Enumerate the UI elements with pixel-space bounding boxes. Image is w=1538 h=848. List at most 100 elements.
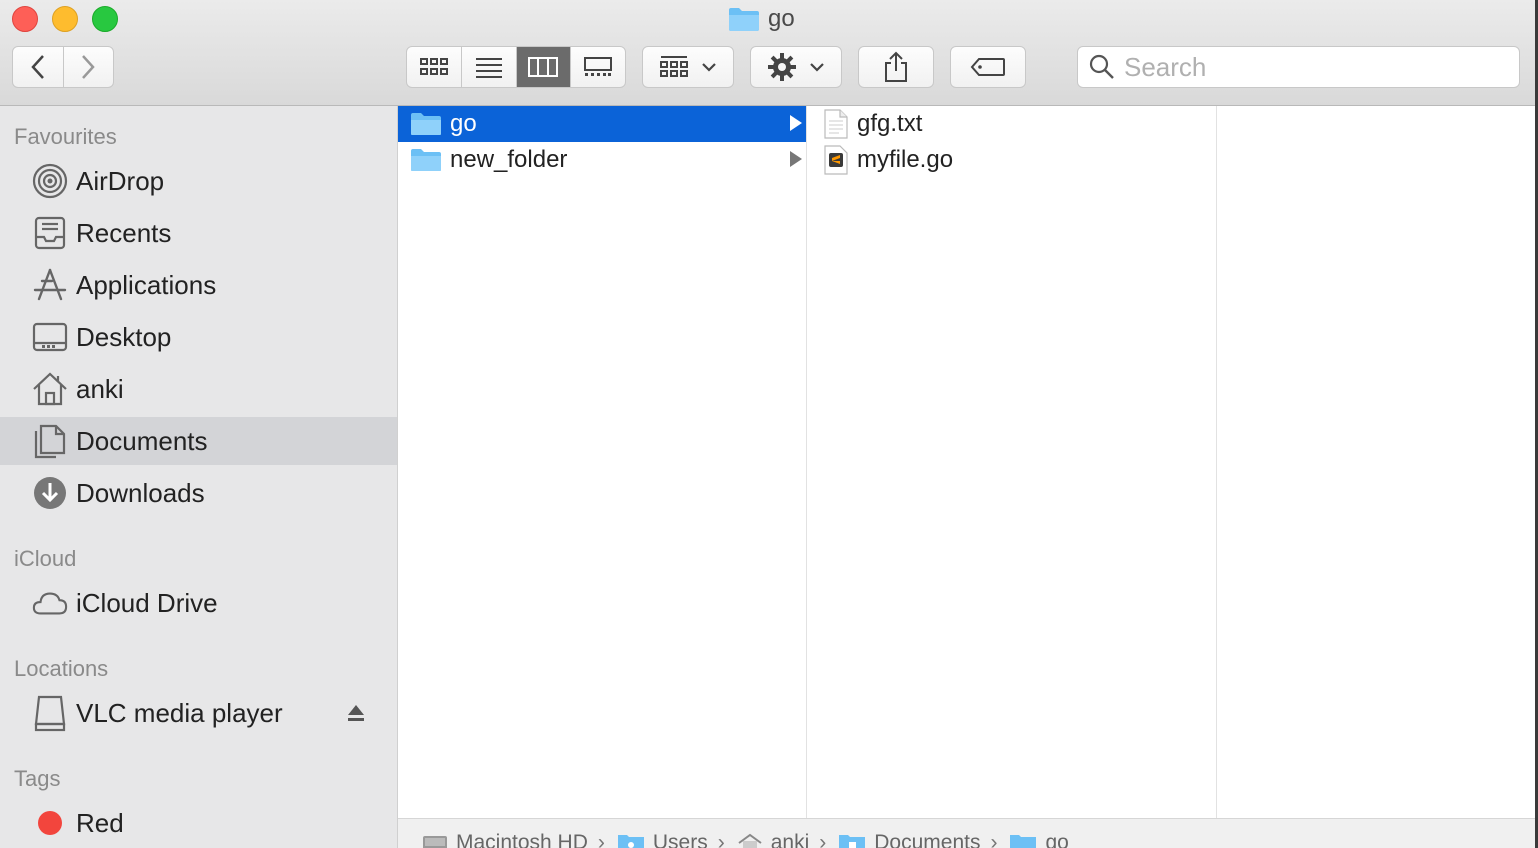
group-icon <box>660 56 688 77</box>
recents-icon <box>32 215 68 251</box>
sidebar-item-desktop[interactable]: Desktop <box>0 313 397 361</box>
sidebar-section-tags: Tags <box>14 766 61 791</box>
path-crumb-label: Users <box>652 831 708 848</box>
sidebar-item-label: Recents <box>76 217 172 248</box>
sidebar-section-icloud: iCloud <box>14 546 77 571</box>
search-field[interactable] <box>1077 46 1520 88</box>
disclosure-arrow-icon <box>790 151 802 167</box>
row-label: gfg.txt <box>857 110 923 137</box>
disclosure-arrow-icon <box>790 115 802 131</box>
documents-folder-icon <box>839 835 866 848</box>
icon-view-icon <box>419 58 448 75</box>
list-view-icon <box>475 58 502 78</box>
path-crumb-label: go <box>1045 831 1069 848</box>
share-icon <box>885 51 907 82</box>
path-separator-icon: › <box>990 831 998 848</box>
folder-icon <box>1010 835 1037 848</box>
nav-buttons <box>12 46 114 88</box>
browser-column-2: gfg.txt myfile.go <box>807 106 1217 818</box>
documents-icon <box>32 423 68 459</box>
path-crumb-users[interactable]: Users › <box>617 831 725 848</box>
red-tag-dot-icon <box>32 805 68 841</box>
search-input[interactable] <box>1122 50 1506 84</box>
sidebar-item-recents[interactable]: Recents <box>0 209 397 257</box>
share-button[interactable] <box>858 46 934 88</box>
sidebar-section-favourites: Favourites <box>14 124 117 149</box>
hard-disk-icon <box>423 836 447 848</box>
chevron-down-icon <box>702 63 716 72</box>
sidebar-item-icloud-drive[interactable]: iCloud Drive <box>0 579 397 627</box>
toolbar: go <box>0 0 1538 106</box>
close-window-button[interactable] <box>12 6 38 32</box>
window-title-text: go <box>768 5 795 32</box>
column-row-gfg-txt[interactable]: gfg.txt <box>807 106 1216 142</box>
column-row-myfile-go[interactable]: myfile.go <box>807 142 1216 178</box>
sidebar-item-label: Red <box>76 807 124 838</box>
sidebar-item-documents[interactable]: Documents <box>0 417 397 465</box>
sidebar: Favourites AirDrop Recents Applications … <box>0 106 398 848</box>
sidebar-item-label: AirDrop <box>76 165 165 196</box>
desktop-icon <box>32 319 68 355</box>
sidebar-item-label: Documents <box>76 425 208 456</box>
sidebar-item-label: anki <box>76 373 124 404</box>
column-view-button[interactable] <box>516 47 572 87</box>
applications-icon <box>32 267 68 303</box>
home-icon <box>32 371 68 407</box>
home-icon <box>738 833 762 848</box>
row-label: go <box>450 110 477 137</box>
browser-column-1: go new_folder <box>398 106 807 818</box>
zoom-window-button[interactable] <box>92 6 118 32</box>
path-crumb-go[interactable]: go <box>1009 831 1069 848</box>
sidebar-item-label: iCloud Drive <box>76 587 218 618</box>
airdrop-icon <box>32 163 68 199</box>
sidebar-item-label: Downloads <box>76 477 205 508</box>
folder-icon <box>729 8 759 31</box>
sidebar-item-tag-red[interactable]: Red <box>0 799 397 847</box>
chevron-right-icon <box>82 55 95 79</box>
icon-view-button[interactable] <box>407 47 462 87</box>
list-view-button[interactable] <box>462 47 517 87</box>
sidebar-section-locations: Locations <box>14 656 109 681</box>
sidebar-item-airdrop[interactable]: AirDrop <box>0 157 397 205</box>
path-separator-icon: › <box>819 831 827 848</box>
path-crumb-label: anki <box>770 831 810 848</box>
chevron-down-icon <box>810 63 824 72</box>
finder-window: go Search Favourites AirDrop Recents App… <box>0 0 1538 848</box>
chevron-left-icon <box>31 55 44 79</box>
browser-column-3 <box>1217 106 1535 818</box>
group-by-button[interactable] <box>642 46 734 88</box>
cloud-icon <box>32 585 68 621</box>
disk-icon <box>32 695 68 732</box>
path-crumb-label: Macintosh HD <box>456 831 588 848</box>
search-icon <box>1089 54 1114 79</box>
path-crumb-documents[interactable]: Documents › <box>838 831 997 848</box>
path-crumb-macintosh-hd[interactable]: Macintosh HD › <box>422 831 605 848</box>
eject-icon[interactable] <box>347 704 365 722</box>
sidebar-item-vlc-media-player[interactable]: VLC media player <box>0 689 397 737</box>
forward-button[interactable] <box>64 47 114 87</box>
minimize-window-button[interactable] <box>52 6 78 32</box>
column-row-new-folder[interactable]: new_folder <box>398 142 806 178</box>
sidebar-item-applications[interactable]: Applications <box>0 261 397 309</box>
users-folder-icon <box>617 835 644 848</box>
sidebar-item-label: Applications <box>76 269 217 300</box>
tag-icon <box>970 58 1005 76</box>
row-label: new_folder <box>450 146 568 173</box>
sidebar-item-label: Desktop <box>76 321 172 352</box>
column-view-icon <box>528 57 559 77</box>
path-bar: Macintosh HD › Users › anki › Documents … <box>398 818 1538 848</box>
sidebar-item-downloads[interactable]: Downloads <box>0 469 397 517</box>
path-crumb-anki[interactable]: anki › <box>737 831 827 848</box>
folder-icon <box>411 149 441 171</box>
edit-tags-button[interactable] <box>950 46 1026 88</box>
window-title: go <box>728 4 795 34</box>
gallery-view-button[interactable] <box>571 47 625 87</box>
downloads-icon <box>32 475 68 511</box>
sublime-file-icon <box>824 145 848 175</box>
sidebar-item-anki[interactable]: anki <box>0 365 397 413</box>
action-button[interactable] <box>750 46 842 88</box>
row-label: myfile.go <box>857 146 954 173</box>
path-crumb-label: Documents <box>874 831 981 848</box>
back-button[interactable] <box>13 47 64 87</box>
column-row-go[interactable]: go <box>398 106 806 142</box>
